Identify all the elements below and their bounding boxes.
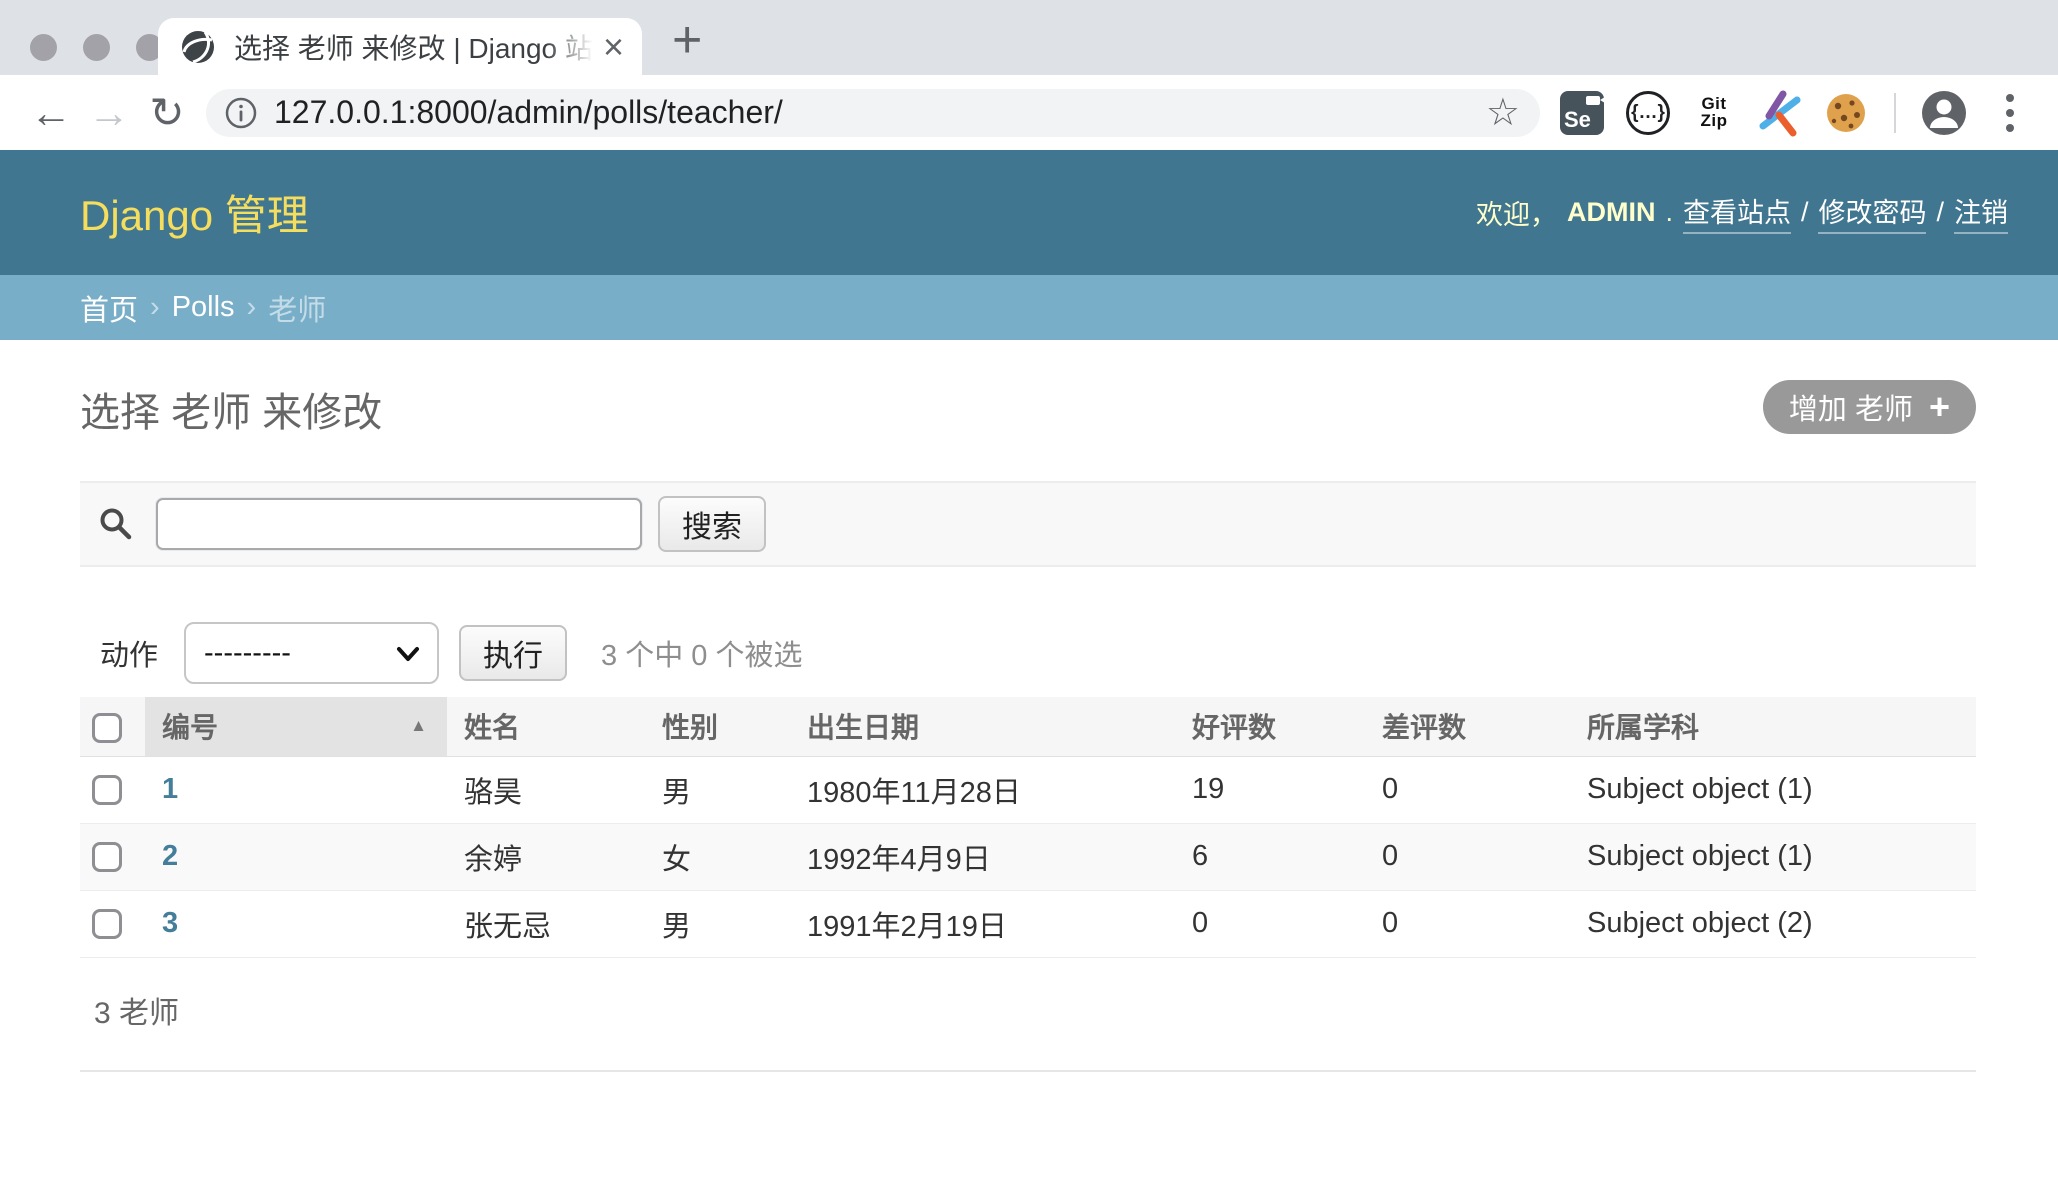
selenium-extension-icon[interactable]: Se bbox=[1556, 87, 1608, 139]
column-header-id[interactable]: 编号 ▲ bbox=[145, 697, 447, 756]
add-teacher-button[interactable]: 增加 老师 + bbox=[1763, 380, 1976, 434]
cell-bad: 0 bbox=[1365, 890, 1570, 957]
row-checkbox[interactable] bbox=[92, 842, 122, 872]
tab-title: 选择 老师 来修改 | Django 站点管理 bbox=[234, 27, 597, 67]
axe-asterisk-extension-icon[interactable] bbox=[1754, 87, 1806, 139]
new-tab-button[interactable]: + bbox=[672, 10, 702, 70]
column-header-gender: 性别 bbox=[645, 697, 790, 756]
search-bar: 搜索 bbox=[80, 481, 1976, 567]
row-checkbox[interactable] bbox=[92, 775, 122, 805]
url-text[interactable]: 127.0.0.1:8000/admin/polls/teacher/ bbox=[274, 94, 1486, 131]
cell-subject: Subject object (1) bbox=[1570, 756, 1976, 823]
back-icon[interactable]: ← bbox=[22, 92, 80, 134]
address-bar[interactable]: 127.0.0.1:8000/admin/polls/teacher/ ☆ bbox=[206, 89, 1540, 137]
logout-link[interactable]: 注销 bbox=[1954, 191, 2008, 234]
bookmark-star-icon[interactable]: ☆ bbox=[1486, 94, 1520, 132]
cell-name: 余婷 bbox=[447, 823, 645, 890]
username-text: ADMIN bbox=[1567, 197, 1656, 228]
column-header-name: 姓名 bbox=[447, 697, 645, 756]
search-icon bbox=[98, 506, 134, 542]
cell-gender: 男 bbox=[645, 756, 790, 823]
search-button[interactable]: 搜索 bbox=[658, 496, 766, 552]
column-header-good: 好评数 bbox=[1175, 697, 1365, 756]
cell-subject: Subject object (1) bbox=[1570, 823, 1976, 890]
result-list: 编号 ▲ 姓名 性别 出生日期 好评数 差评数 所属学科 bbox=[80, 697, 1976, 1072]
row-checkbox[interactable] bbox=[92, 909, 122, 939]
chrome-menu-icon[interactable] bbox=[1984, 87, 2036, 139]
cell-gender: 男 bbox=[645, 890, 790, 957]
execute-action-button[interactable]: 执行 bbox=[459, 625, 567, 681]
actions-row: 动作 --------- 执行 3 个中 0 个被选 bbox=[80, 622, 802, 684]
plus-icon: + bbox=[1929, 389, 1950, 425]
django-admin-header: Django 管理 欢迎， ADMIN. 查看站点 / 修改密码 / 注销 bbox=[0, 150, 2058, 275]
column-header-subject: 所属学科 bbox=[1570, 697, 1976, 756]
window-controls bbox=[30, 34, 163, 61]
table-header-row: 编号 ▲ 姓名 性别 出生日期 好评数 差评数 所属学科 bbox=[80, 697, 1976, 756]
profile-avatar[interactable] bbox=[1918, 87, 1970, 139]
extensions-row: Se {…} Git Zip bbox=[1556, 87, 2036, 139]
page-info-icon[interactable] bbox=[224, 96, 258, 130]
forward-icon: → bbox=[80, 92, 138, 134]
cell-good: 0 bbox=[1175, 890, 1365, 957]
cell-good: 6 bbox=[1175, 823, 1365, 890]
cell-subject: Subject object (2) bbox=[1570, 890, 1976, 957]
cell-bad: 0 bbox=[1365, 823, 1570, 890]
action-select[interactable]: --------- bbox=[184, 622, 439, 684]
browser-toolbar: ← → ↻ 127.0.0.1:8000/admin/polls/teacher… bbox=[0, 75, 2058, 150]
cookie-extension-icon[interactable] bbox=[1820, 87, 1872, 139]
row-id-link[interactable]: 2 bbox=[162, 840, 178, 872]
tab-close-icon[interactable]: × bbox=[603, 29, 624, 65]
cell-name: 骆昊 bbox=[447, 756, 645, 823]
view-site-link[interactable]: 查看站点 bbox=[1683, 191, 1791, 234]
change-password-link[interactable]: 修改密码 bbox=[1818, 191, 1926, 234]
reload-icon[interactable]: ↻ bbox=[138, 92, 196, 134]
active-tab[interactable]: 选择 老师 来修改 | Django 站点管理 × bbox=[158, 18, 642, 75]
sort-ascending-icon[interactable]: ▲ bbox=[410, 716, 427, 736]
close-window-button[interactable] bbox=[30, 34, 57, 61]
actions-label: 动作 bbox=[100, 632, 158, 674]
breadcrumb-home-link[interactable]: 首页 bbox=[80, 287, 138, 329]
minimize-window-button[interactable] bbox=[83, 34, 110, 61]
user-tools: 欢迎， ADMIN. 查看站点 / 修改密码 / 注销 bbox=[1476, 191, 2008, 234]
toolbar-divider bbox=[1894, 93, 1896, 133]
teacher-table: 编号 ▲ 姓名 性别 出生日期 好评数 差评数 所属学科 bbox=[80, 697, 1976, 958]
breadcrumb-app-link[interactable]: Polls bbox=[172, 291, 235, 324]
json-braces-extension-icon[interactable]: {…} bbox=[1622, 87, 1674, 139]
action-counter: 3 个中 0 个被选 bbox=[601, 632, 802, 674]
page-title: 选择 老师 来修改 bbox=[80, 380, 382, 438]
column-header-birth: 出生日期 bbox=[790, 697, 1175, 756]
cell-gender: 女 bbox=[645, 823, 790, 890]
table-row: 3 张无忌 男 1991年2月19日 0 0 Subject object (2… bbox=[80, 890, 1976, 957]
breadcrumb: 首页 › Polls › 老师 bbox=[0, 275, 2058, 340]
changelist-content: 选择 老师 来修改 增加 老师 + 搜索 动作 --------- bbox=[80, 340, 1976, 1186]
breadcrumb-current: 老师 bbox=[268, 287, 326, 329]
cell-birth: 1980年11月28日 bbox=[790, 756, 1175, 823]
tab-strip: 选择 老师 来修改 | Django 站点管理 × + bbox=[0, 0, 2058, 75]
table-row: 2 余婷 女 1992年4月9日 6 0 Subject object (1) bbox=[80, 823, 1976, 890]
row-id-link[interactable]: 1 bbox=[162, 773, 178, 805]
cell-name: 张无忌 bbox=[447, 890, 645, 957]
table-row: 1 骆昊 男 1980年11月28日 19 0 Subject object (… bbox=[80, 756, 1976, 823]
cell-birth: 1992年4月9日 bbox=[790, 823, 1175, 890]
browser-window: 选择 老师 来修改 | Django 站点管理 × + ← → ↻ 127.0.… bbox=[0, 0, 2058, 1186]
result-count: 3 老师 bbox=[80, 958, 1976, 1072]
chevron-down-icon bbox=[395, 644, 421, 664]
cell-good: 19 bbox=[1175, 756, 1365, 823]
gitzip-extension-icon[interactable]: Git Zip bbox=[1688, 87, 1740, 139]
cell-bad: 0 bbox=[1365, 756, 1570, 823]
select-all-checkbox[interactable] bbox=[92, 713, 122, 743]
column-header-bad: 差评数 bbox=[1365, 697, 1570, 756]
site-branding-link[interactable]: Django 管理 bbox=[80, 182, 309, 243]
favicon-globe-icon bbox=[180, 29, 216, 65]
welcome-text: 欢迎， bbox=[1476, 193, 1557, 232]
row-id-link[interactable]: 3 bbox=[162, 907, 178, 939]
cell-birth: 1991年2月19日 bbox=[790, 890, 1175, 957]
search-input[interactable] bbox=[156, 498, 642, 550]
